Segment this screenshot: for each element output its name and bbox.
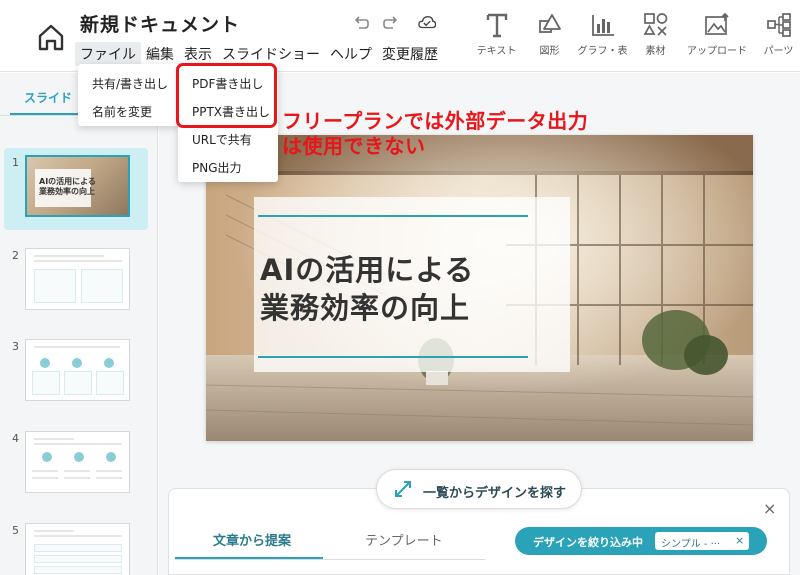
tab-suggest-from-text[interactable]: 文章から提案: [213, 530, 291, 549]
accent-line-bottom: [258, 356, 528, 358]
filter-chip-close-icon[interactable]: ×: [735, 534, 744, 547]
text-icon: [486, 13, 507, 38]
thumbnail-title: AIの活用による 業務効率の向上: [39, 177, 96, 196]
close-icon[interactable]: ×: [763, 499, 776, 518]
filter-chip[interactable]: シンプル - ··· ×: [655, 532, 749, 550]
tab-slides-underline: [10, 113, 80, 115]
highlight-box: [176, 63, 277, 128]
accent-line-top: [258, 215, 528, 217]
slide-number: 4: [12, 432, 19, 445]
file-menu-dropdown: 共有/書き出し 名前を変更: [78, 64, 180, 126]
shape-icon: [538, 14, 561, 33]
filter-chip-label: シンプル - ···: [661, 539, 721, 550]
slide-thumbnail-row[interactable]: 2: [4, 241, 148, 323]
slide-thumbnail[interactable]: [25, 339, 130, 401]
tool-assets[interactable]: 素材: [629, 12, 682, 57]
tool-chart[interactable]: グラフ・表: [576, 12, 629, 57]
slide-thumbnail-row[interactable]: 5: [4, 516, 148, 575]
design-filter-pill[interactable]: デザインを絞り込み中 シンプル - ··· ×: [515, 527, 767, 555]
slide-number: 5: [12, 524, 19, 537]
menu-help[interactable]: ヘルプ: [325, 42, 377, 66]
slide-thumbnail[interactable]: [25, 523, 130, 575]
tool-upload[interactable]: アップロード: [682, 12, 752, 57]
slide-thumbnail-row[interactable]: 4: [4, 424, 148, 506]
menu-item-share-export[interactable]: 共有/書き出し: [92, 75, 168, 92]
tool-text[interactable]: テキスト: [470, 12, 523, 57]
tool-shape[interactable]: 図形: [523, 12, 576, 57]
slide-thumbnail-row[interactable]: 3: [4, 332, 148, 414]
annotation-note: フリープランでは外部データ出力 は使用できない: [282, 109, 589, 158]
menu-file[interactable]: ファイル: [75, 42, 141, 66]
slide-number: 3: [12, 340, 19, 353]
active-tab-underline: [175, 557, 323, 559]
slide-thumbnail-row[interactable]: 1 AIの活用による 業務効率の向上: [4, 148, 148, 230]
menu-item-rename[interactable]: 名前を変更: [92, 103, 152, 120]
tab-templates[interactable]: テンプレート: [365, 530, 443, 549]
redo-icon[interactable]: [382, 14, 400, 32]
undo-icon[interactable]: [352, 14, 370, 32]
tab-slides[interactable]: スライド: [24, 89, 72, 106]
find-design-label: 一覧からデザインを探す: [423, 486, 567, 501]
assets-icon: [643, 13, 667, 36]
slide-title[interactable]: AIの活用による 業務効率の向上: [260, 251, 474, 327]
toolbar: テキスト 図形 グラフ・表 素材 アップロード パーツ: [470, 12, 800, 57]
menu-item-url-share[interactable]: URLで共有: [192, 131, 252, 148]
cloud-saved-icon: [418, 16, 436, 29]
slide-canvas[interactable]: AIの活用による 業務効率の向上: [206, 135, 753, 441]
menu-history[interactable]: 変更履歴: [377, 42, 443, 66]
slide-number: 2: [12, 249, 19, 262]
slide-thumbnail[interactable]: [25, 248, 130, 310]
slide-number: 1: [12, 156, 19, 169]
menu-edit[interactable]: 編集: [141, 42, 179, 66]
slide-list-panel: スライド 1 AIの活用による 業務効率の向上 2 3 4 5: [0, 73, 158, 575]
filter-label: デザインを絞り込み中: [533, 536, 643, 549]
menu-item-png-export[interactable]: PNG出力: [192, 159, 242, 176]
slide-thumbnail[interactable]: [25, 431, 130, 493]
upload-icon: [705, 12, 729, 35]
document-title[interactable]: 新規ドキュメント: [80, 10, 240, 37]
tool-parts[interactable]: パーツ: [752, 12, 800, 57]
divider: [175, 559, 485, 560]
top-bar: 新規ドキュメント ファイル 編集 表示 スライドショー ヘルプ 変更履歴 テキス…: [0, 0, 800, 72]
find-design-button[interactable]: 一覧からデザインを探す: [376, 469, 582, 509]
home-icon[interactable]: [36, 22, 66, 52]
slide-thumbnail[interactable]: AIの活用による 業務効率の向上: [25, 155, 130, 217]
chart-icon: [591, 15, 614, 36]
expand-arrows-icon: [395, 481, 411, 497]
parts-icon: [766, 13, 791, 37]
